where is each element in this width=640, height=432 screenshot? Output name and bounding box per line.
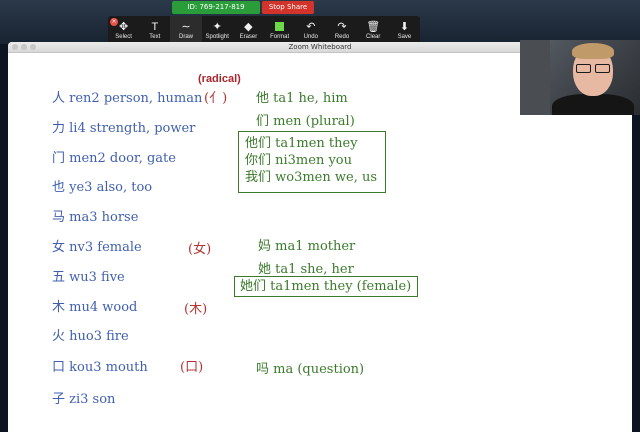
save-icon: ⬇ [399, 21, 410, 33]
tool-label: Draw [179, 34, 194, 40]
tool-spotlight[interactable]: ✦ Spotlight [202, 16, 233, 43]
vocab-item: 木 mu4 wood [52, 300, 138, 315]
vocab-item: 门 men2 door, gate [52, 151, 176, 166]
eraser-icon: ◆ [244, 21, 253, 33]
participant-video-thumbnail[interactable] [520, 40, 640, 115]
tool-label: Save [397, 34, 412, 40]
vocab-item: 力 li4 strength, power [52, 121, 196, 136]
tool-text[interactable]: T Text [139, 16, 170, 43]
stop-share-button[interactable]: Stop Share [262, 1, 314, 14]
radical-annotation: (女) [188, 242, 212, 257]
radical-label: (radical) [198, 73, 241, 85]
tool-label: Redo [334, 34, 350, 40]
radical-annotation: (亻) [204, 91, 228, 106]
format-icon [275, 22, 285, 31]
radical-annotation: (口) [180, 360, 204, 375]
window-zoom-button[interactable] [30, 44, 36, 50]
box-line: 你们 ni3men you [245, 153, 353, 168]
box-line: 我们 wo3men we, us [245, 170, 378, 185]
annotation-toolbar: ✥ Select T Text ∼ Draw ✦ Spotlight ◆ Era… [108, 16, 420, 43]
vocab-item: 口 kou3 mouth [52, 360, 148, 375]
window-close-button[interactable] [12, 44, 18, 50]
radical-annotation: (木) [184, 302, 208, 317]
note-ma1: 妈 ma1 mother [258, 239, 356, 254]
toolbar-close-icon[interactable]: × [110, 18, 118, 26]
tool-eraser[interactable]: ◆ Eraser [233, 16, 264, 43]
vocab-item: 也 ye3 also, too [52, 180, 153, 195]
tool-draw[interactable]: ∼ Draw [170, 16, 202, 43]
video-person-hair [572, 43, 614, 59]
tool-label: Spotlight [205, 34, 229, 40]
video-person-body [552, 94, 634, 115]
vocab-item: 子 zi3 son [52, 392, 116, 407]
tool-label: Select [115, 34, 132, 40]
tool-label: Clear [366, 34, 381, 40]
vocab-item: 马 ma3 horse [52, 210, 139, 225]
screen-share-top-bar: ID: 769-217-819 Stop Share ✥ Select T Te… [0, 0, 640, 44]
pronouns-box: 他们 ta1men they 你们 ni3men you 我们 wo3men w… [238, 131, 386, 193]
tool-label: Text [149, 34, 161, 40]
trash-icon: 🗑 [366, 21, 381, 33]
tool-redo[interactable]: ↷ Redo [326, 16, 357, 43]
tool-format[interactable]: Format [264, 16, 295, 43]
vocab-item: 火 huo3 fire [52, 329, 129, 344]
spotlight-icon: ✦ [212, 21, 222, 33]
note-ma-question: 吗 ma (question) [256, 362, 365, 377]
box-line: 他们 ta1men they [245, 136, 358, 151]
box-line: 她们 ta1men they (female) [240, 279, 412, 294]
note-ta1: 他 ta1 he, him [256, 91, 348, 106]
video-background [520, 40, 550, 115]
vocab-item: 五 wu3 five [52, 270, 125, 285]
undo-icon: ↶ [306, 21, 316, 33]
text-icon: T [151, 21, 159, 33]
female-plural-box: 她们 ta1men they (female) [234, 276, 418, 297]
meeting-id-badge[interactable]: ID: 769-217-819 [172, 1, 260, 14]
vocab-item: 女 nv3 female [52, 240, 142, 255]
draw-icon: ∼ [181, 21, 191, 33]
note-ta1-she: 她 ta1 she, her [258, 262, 354, 277]
whiteboard-title: Zoom Whiteboard [288, 43, 352, 51]
move-icon: ✥ [118, 21, 129, 33]
tool-save[interactable]: ⬇ Save [389, 16, 420, 43]
tool-label: Undo [303, 34, 318, 40]
vocab-item: 人 ren2 person, human [52, 91, 203, 106]
tool-clear[interactable]: 🗑 Clear [358, 16, 389, 43]
tool-label: Eraser [239, 34, 258, 40]
redo-icon: ↷ [337, 21, 347, 33]
video-person-glasses [576, 64, 610, 73]
note-men: 们 men (plural) [256, 114, 355, 129]
window-minimize-button[interactable] [21, 44, 27, 50]
tool-undo[interactable]: ↶ Undo [295, 16, 326, 43]
tool-label: Format [270, 34, 290, 40]
